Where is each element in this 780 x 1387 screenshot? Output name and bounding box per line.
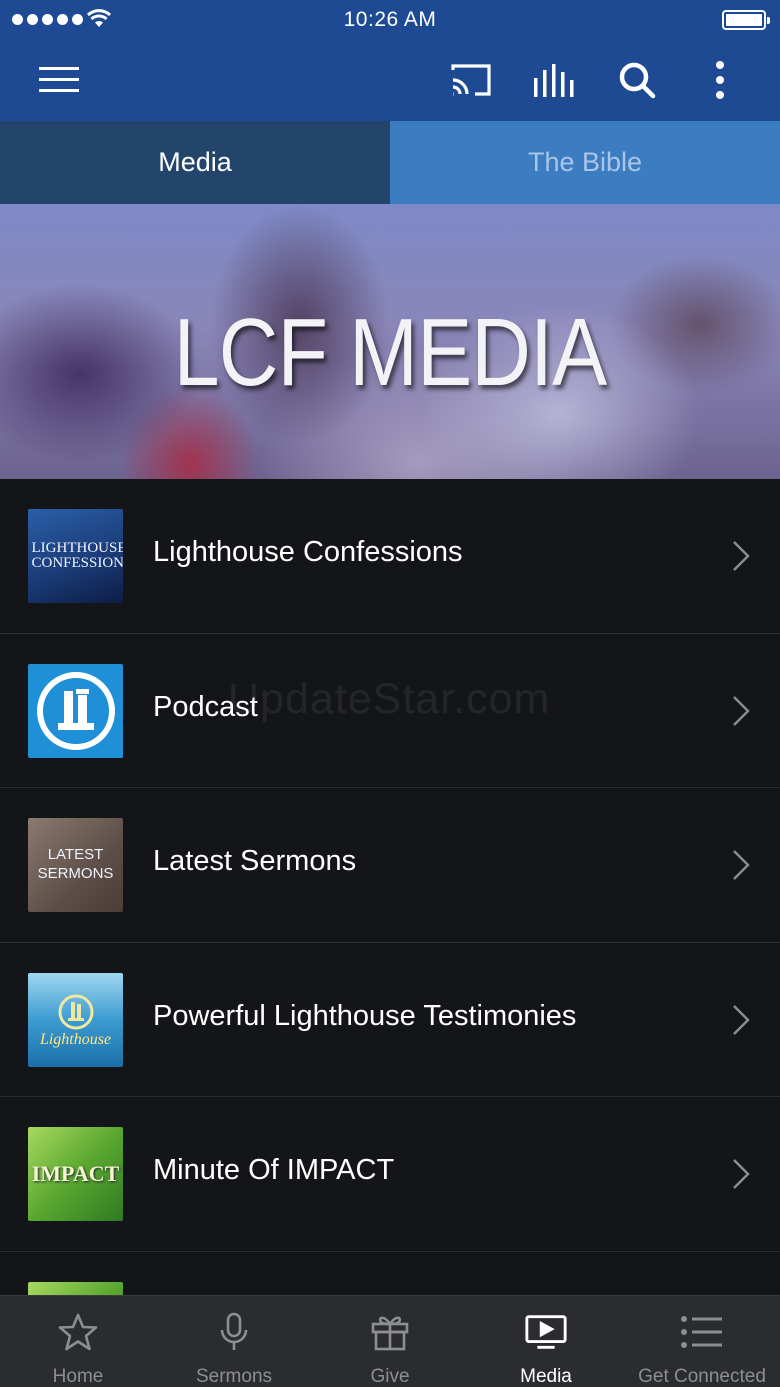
tab-the-bible[interactable]: The Bible [390, 121, 780, 204]
banner-title: LCF MEDIA [173, 299, 607, 406]
status-bar: 10:26 AM [0, 0, 780, 40]
nav-sermons[interactable]: Sermons [156, 1296, 312, 1387]
tab-media[interactable]: Media [0, 121, 390, 204]
list-item-powerful-lighthouse-testimonies[interactable]: Lighthouse Powerful Lighthouse Testimoni… [0, 943, 780, 1097]
latest-sermons-thumbnail: LATEST SERMONS [28, 818, 123, 912]
list-item-label: Minute Of IMPACT [153, 1154, 395, 1186]
gift-icon [368, 1312, 412, 1352]
nav-label: Get Connected [638, 1366, 766, 1387]
more-options-icon[interactable] [695, 56, 745, 104]
minute-of-impact-thumbnail: IMPACT [28, 1127, 123, 1221]
chevron-right-icon [733, 1159, 750, 1189]
nav-label: Give [370, 1366, 410, 1387]
cast-icon[interactable] [446, 56, 496, 104]
lighthouse-confessions-thumbnail: LIGHTHOUSE CONFESSIONS [28, 509, 123, 603]
list-item-lighthouse-confessions[interactable]: LIGHTHOUSE CONFESSIONS Lighthouse Confes… [0, 479, 780, 634]
equalizer-icon[interactable] [529, 56, 579, 104]
app-header: 10:26 AM [0, 0, 780, 121]
thumbnail-text: Lighthouse [39, 1030, 112, 1048]
podcast-thumbnail [28, 663, 123, 758]
battery-icon [722, 10, 770, 30]
nav-media[interactable]: Media [468, 1296, 624, 1387]
nav-get-connected[interactable]: Get Connected [624, 1296, 780, 1387]
lighthouse-logo-icon [36, 671, 115, 750]
nav-home[interactable]: Home [0, 1296, 156, 1387]
media-play-icon [524, 1312, 568, 1352]
lighthouse-logo-icon [58, 994, 93, 1029]
star-icon [56, 1312, 100, 1352]
list-item-minute-of-impact[interactable]: IMPACT Minute Of IMPACT [0, 1097, 780, 1252]
tab-bar: Media The Bible [0, 121, 780, 204]
search-icon[interactable] [612, 56, 662, 104]
list-item-label: Latest Sermons [153, 845, 357, 877]
status-time: 10:26 AM [343, 8, 437, 31]
list-item-label: Powerful Lighthouse Testimonies [153, 999, 577, 1032]
chevron-right-icon [733, 850, 750, 880]
list-icon [680, 1312, 724, 1352]
hamburger-menu-icon[interactable] [34, 56, 84, 104]
chevron-right-icon [733, 541, 750, 571]
bottom-nav: Home Sermons Give Media Get Connected [0, 1295, 780, 1387]
thumbnail-text: IMPACT [31, 1161, 120, 1186]
thumbnail-text: LATEST SERMONS [37, 846, 114, 882]
watermark: UpdateStar.com [228, 675, 551, 723]
thumbnail-text: LIGHTHOUSE CONFESSIONS [31, 540, 124, 571]
list-item-latest-sermons[interactable]: LATEST SERMONS Latest Sermons [0, 788, 780, 943]
testimonies-thumbnail: Lighthouse [28, 972, 123, 1067]
nav-label: Media [520, 1366, 572, 1387]
media-banner: LCF MEDIA [0, 204, 780, 479]
list-item-label: Lighthouse Confessions [153, 536, 463, 568]
nav-label: Sermons [195, 1366, 273, 1387]
nav-label: Home [52, 1366, 104, 1387]
chevron-right-icon [733, 1004, 750, 1035]
media-list: LIGHTHOUSE CONFESSIONS Lighthouse Confes… [0, 479, 780, 1295]
chevron-right-icon [733, 695, 750, 726]
microphone-icon [212, 1312, 256, 1352]
partial-thumbnail [28, 1281, 123, 1295]
nav-give[interactable]: Give [312, 1296, 468, 1387]
list-item-partial[interactable] [0, 1252, 780, 1295]
